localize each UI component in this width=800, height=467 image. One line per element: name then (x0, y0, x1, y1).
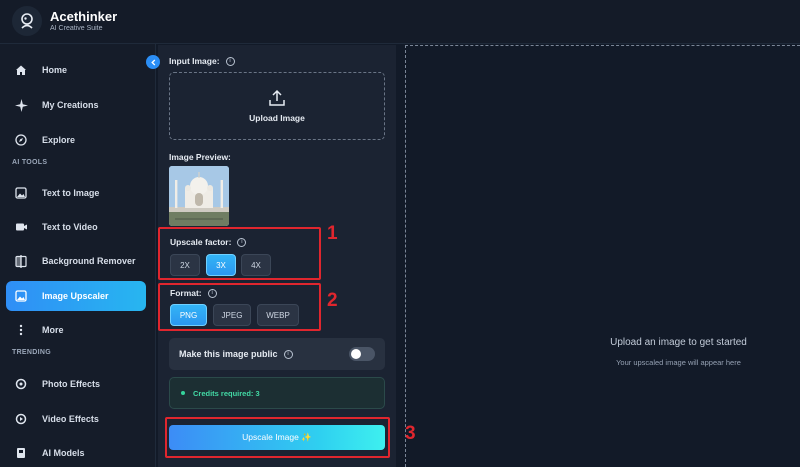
more-vertical-icon (14, 323, 28, 337)
collapse-sidebar-button[interactable] (146, 55, 160, 69)
top-bar: Acethinker AI Creative Suite (0, 0, 800, 44)
upload-icon (269, 89, 285, 106)
credits-required-text: Credits required: 3 (193, 388, 260, 398)
sidebar-item-label: Video Effects (42, 414, 99, 424)
sidebar-item-label: Image Upscaler (42, 291, 109, 301)
split-icon (14, 254, 28, 268)
info-icon[interactable]: i (283, 349, 293, 359)
sidebar-item-photo-effects[interactable]: Photo Effects (6, 369, 146, 399)
upload-image-label: Upload Image (249, 113, 305, 123)
sidebar-item-my-creations[interactable]: My Creations (6, 90, 146, 120)
brand-subtitle: AI Creative Suite (50, 25, 103, 32)
video-effects-icon (14, 412, 28, 426)
logo-icon (21, 13, 33, 29)
annotation-box-1 (158, 227, 321, 280)
acethinker-logo[interactable] (12, 6, 42, 36)
annotation-number-2: 2 (327, 290, 338, 311)
credits-dot-icon (181, 391, 185, 395)
sidebar-item-background-remover[interactable]: Background Remover (6, 246, 146, 276)
image-icon (14, 186, 28, 200)
taj-mahal-image (169, 166, 229, 226)
image-preview-label: Image Preview: (169, 152, 231, 162)
sidebar-item-label: AI Models (42, 448, 85, 458)
annotation-number-1: 1 (327, 223, 338, 244)
sidebar-item-label: Background Remover (42, 256, 136, 266)
sidebar-item-image-upscaler[interactable]: Image Upscaler (6, 281, 146, 311)
sidebar-item-label: My Creations (42, 100, 99, 110)
upload-image-dropzone[interactable]: Upload Image (169, 72, 385, 140)
public-toggle-label: Make this image public (179, 349, 278, 359)
home-icon (14, 63, 28, 77)
credits-info: Credits required: 3 (169, 377, 385, 409)
section-label-ai-tools: AI TOOLS (12, 159, 48, 166)
sidebar-item-text-to-image[interactable]: Text to Image (6, 178, 146, 208)
sidebar-item-label: Text to Video (42, 222, 98, 232)
sparkle-icon (14, 98, 28, 112)
public-toggle-switch[interactable] (349, 347, 375, 361)
image-preview-thumbnail (169, 166, 229, 226)
sidebar-item-label: More (42, 325, 64, 335)
input-image-label: Input Image: i (169, 56, 235, 66)
sidebar-item-explore[interactable]: Explore (6, 125, 146, 155)
result-empty-title: Upload an image to get started (610, 337, 747, 348)
sidebar-item-home[interactable]: Home (6, 55, 146, 85)
upscale-icon (14, 289, 28, 303)
annotation-number-3: 3 (405, 423, 416, 444)
annotation-box-2 (158, 283, 321, 331)
sidebar-item-more[interactable]: More (6, 315, 146, 345)
input-image-label-text: Input Image: (169, 56, 220, 66)
video-icon (14, 220, 28, 234)
sidebar-item-video-effects[interactable]: Video Effects (6, 404, 146, 434)
photo-effects-icon (14, 377, 28, 391)
result-empty-subtitle: Your upscaled image will appear here (616, 358, 741, 367)
toggle-knob (351, 349, 361, 359)
brand-name: Acethinker (50, 9, 118, 24)
section-label-trending: TRENDING (12, 349, 51, 356)
info-icon[interactable]: i (225, 56, 235, 66)
sidebar-item-text-to-video[interactable]: Text to Video (6, 212, 146, 242)
sidebar-item-ai-models[interactable]: AI Models (6, 438, 146, 467)
sidebar-item-label: Home (42, 65, 68, 75)
result-area: Upload an image to get started Your upsc… (405, 45, 800, 467)
sidebar-item-label: Text to Image (42, 188, 100, 198)
chevron-left-icon (150, 59, 155, 65)
compass-icon (14, 133, 28, 147)
public-toggle-row: Make this image public i (169, 338, 385, 370)
annotation-box-3 (165, 417, 390, 458)
sidebar-item-label: Photo Effects (42, 379, 101, 389)
sidebar-item-label: Explore (42, 135, 76, 145)
sidebar: Home My Creations Explore AI TOOLS Text … (0, 44, 156, 467)
ai-models-icon (14, 446, 28, 460)
